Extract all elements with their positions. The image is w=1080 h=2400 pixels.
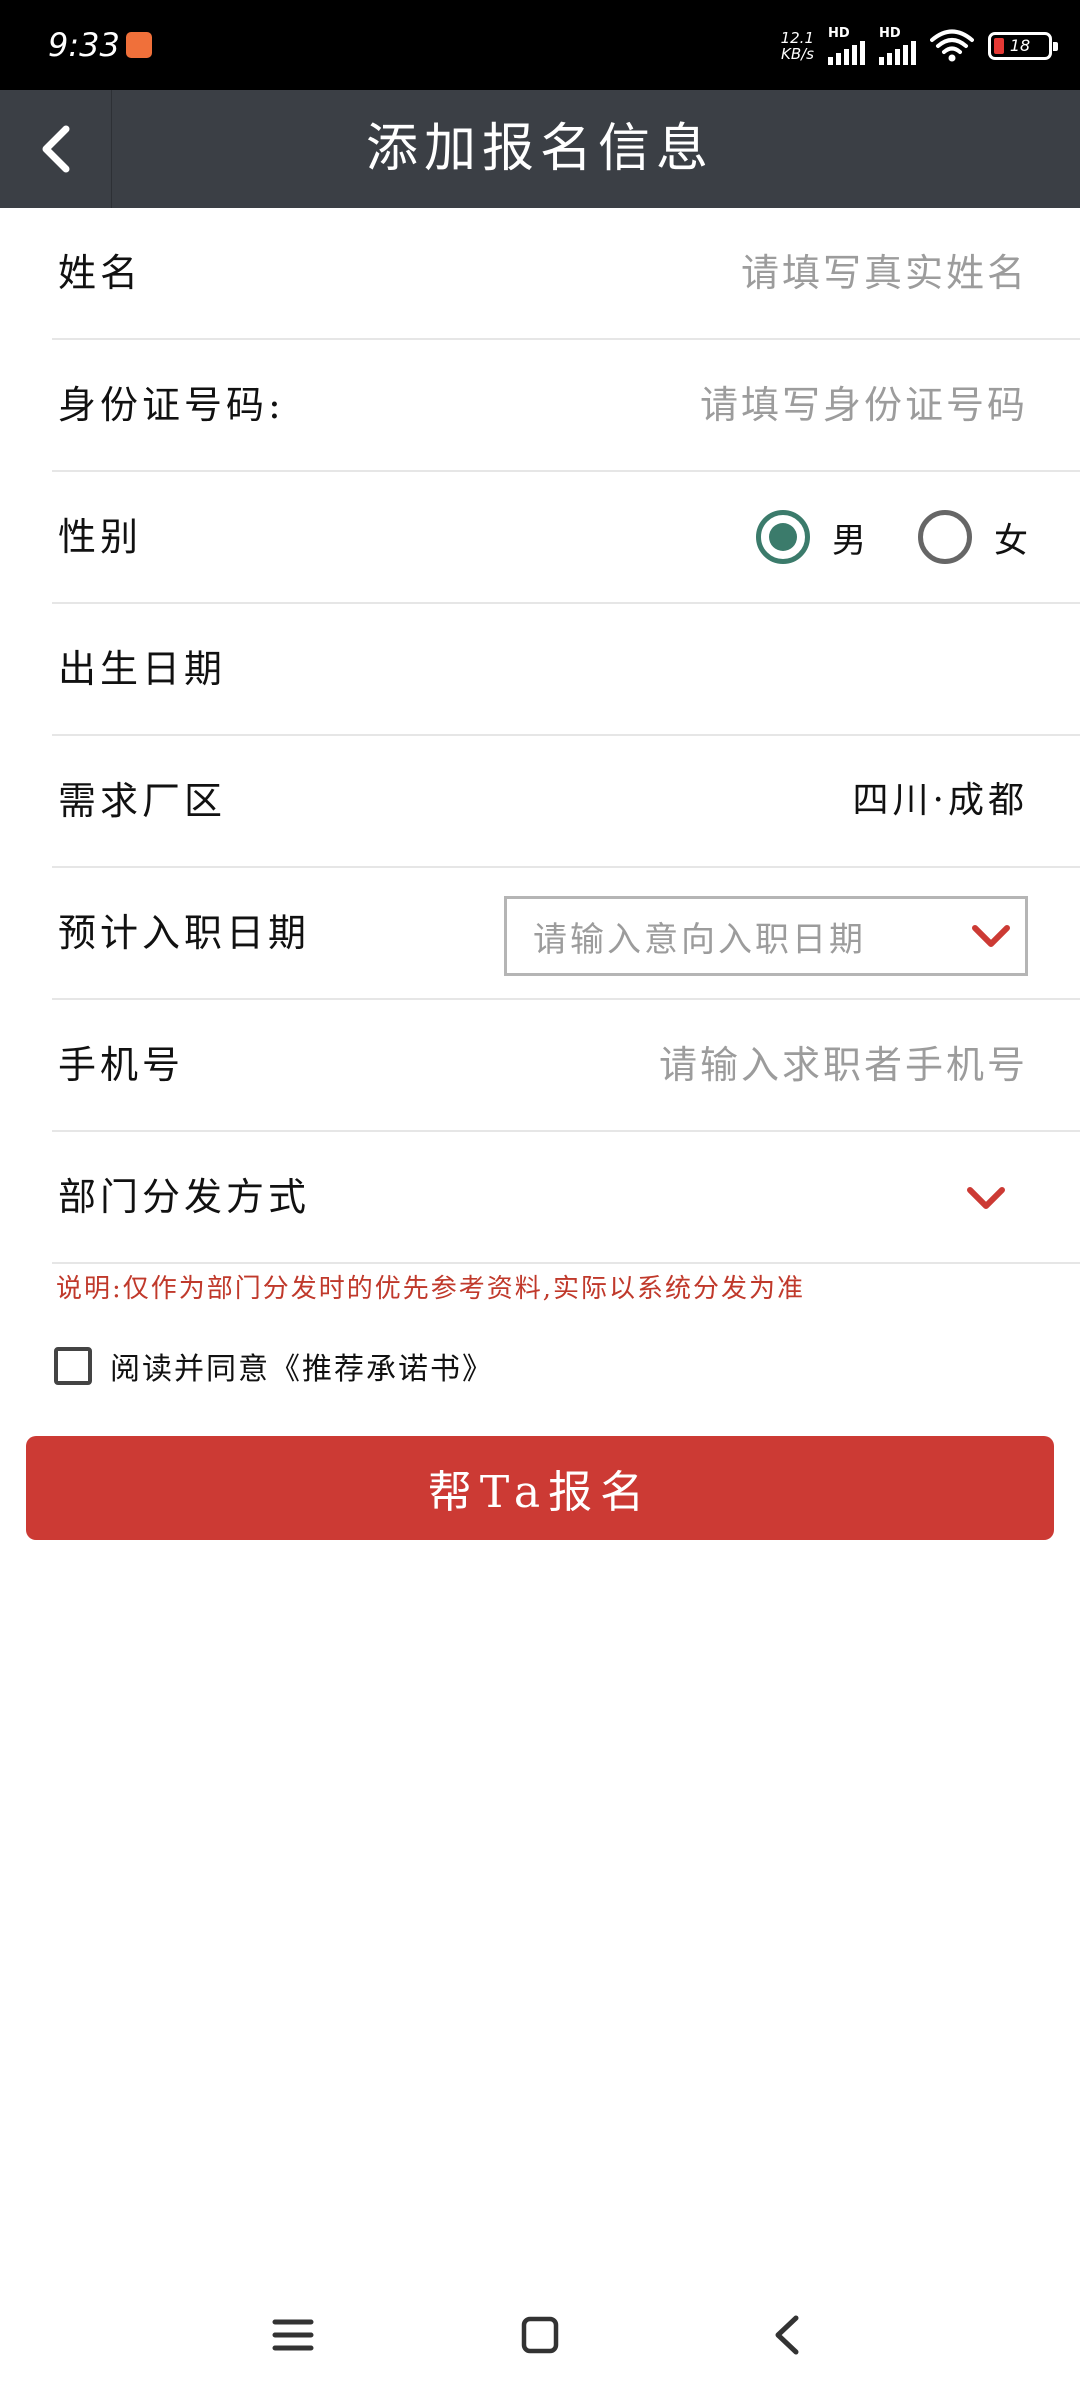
back-triangle-icon: [775, 2315, 799, 2355]
agreement-text[interactable]: 阅读并同意《推荐承诺书》: [110, 1344, 494, 1388]
registration-form: 姓名 身份证号码: 性别 男 女 出生日期 需求厂区 四川·成都 预计入职日期 …: [0, 208, 1080, 1264]
page-title: 添加报名信息: [365, 119, 714, 179]
factory-area-row[interactable]: 需求厂区 四川·成都: [52, 736, 1080, 868]
agreement-checkbox[interactable]: [54, 1347, 92, 1385]
menu-button[interactable]: [253, 2295, 333, 2375]
entry-date-placeholder: 请输入意向入职日期: [533, 919, 866, 960]
birth-date-row[interactable]: 出生日期: [52, 604, 1080, 736]
sim1-hd-label: HD: [828, 26, 850, 41]
gender-male-label: 男: [832, 520, 866, 561]
gender-row: 性别 男 女: [52, 472, 1080, 604]
back-nav-button[interactable]: [747, 2295, 827, 2375]
radio-checked-icon[interactable]: [756, 510, 810, 564]
submit-button[interactable]: 帮Ta报名: [26, 1436, 1054, 1540]
wifi-icon: [930, 29, 974, 63]
entry-date-label: 预计入职日期: [58, 911, 311, 955]
phone-row: 手机号: [52, 1000, 1080, 1132]
network-speed: 12.1 KB/s: [781, 30, 814, 62]
chevron-down-icon[interactable]: [960, 1172, 1012, 1224]
status-bar: 9:33 12.1 KB/s HD HD 18: [0, 0, 1080, 90]
name-input[interactable]: [468, 208, 1028, 338]
id-number-label: 身份证号码:: [58, 383, 285, 427]
notification-app-icon: [126, 32, 152, 58]
gender-female-label: 女: [994, 520, 1028, 561]
home-button[interactable]: [500, 2295, 580, 2375]
radio-unchecked-icon[interactable]: [918, 510, 972, 564]
network-speed-unit: KB/s: [781, 45, 814, 63]
sim1-signal-icon: HD: [828, 27, 865, 65]
entry-date-select[interactable]: 请输入意向入职日期: [504, 896, 1028, 976]
chevron-down-icon: [957, 896, 1025, 976]
agreement-row[interactable]: 阅读并同意《推荐承诺书》: [54, 1344, 494, 1388]
phone-label: 手机号: [58, 1043, 185, 1087]
phone-input[interactable]: [468, 1000, 1028, 1130]
status-time: 9:33: [48, 26, 120, 64]
sim2-hd-label: HD: [879, 26, 901, 41]
gender-radio-group: 男 女: [704, 472, 1028, 602]
dispatch-note: 说明:仅作为部门分发时的优先参考资料,实际以系统分发为准: [56, 1274, 806, 1304]
id-number-row: 身份证号码:: [52, 340, 1080, 472]
dept-dispatch-label: 部门分发方式: [58, 1175, 311, 1219]
name-label: 姓名: [58, 251, 143, 295]
dept-dispatch-row[interactable]: 部门分发方式: [52, 1132, 1080, 1264]
status-indicators: 12.1 KB/s HD HD 18: [781, 24, 1058, 68]
battery-level: 18: [1009, 36, 1031, 55]
gender-male-option[interactable]: 男: [756, 510, 866, 564]
id-number-input[interactable]: [468, 340, 1028, 470]
home-square-icon: [521, 2316, 559, 2354]
name-row: 姓名: [52, 208, 1080, 340]
system-nav-bar: [0, 2270, 1080, 2400]
gender-female-option[interactable]: 女: [918, 510, 1028, 564]
factory-area-value[interactable]: 四川·成都: [853, 736, 1028, 866]
gender-label: 性别: [58, 515, 143, 559]
app-header: 添加报名信息: [0, 90, 1080, 208]
entry-date-row: 预计入职日期 请输入意向入职日期: [52, 868, 1080, 1000]
menu-icon: [272, 2319, 314, 2351]
sim2-signal-icon: HD: [879, 27, 916, 65]
factory-area-label: 需求厂区: [58, 779, 227, 823]
birth-date-label: 出生日期: [58, 647, 227, 691]
network-speed-value: 12.1: [780, 29, 814, 47]
battery-icon: 18: [988, 32, 1058, 60]
